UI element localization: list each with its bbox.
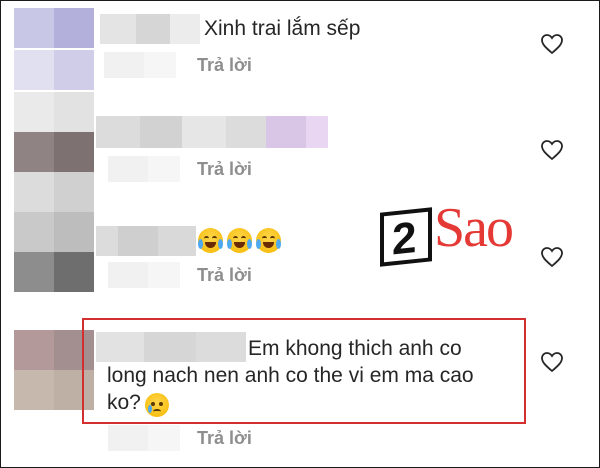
username-blurred[interactable] bbox=[96, 116, 328, 148]
avatar-pixel bbox=[54, 50, 94, 90]
highlight-box bbox=[82, 318, 526, 424]
avatar[interactable] bbox=[14, 92, 94, 212]
site-watermark-logo: 2 Sao bbox=[380, 197, 560, 280]
reply-button[interactable]: Trả lời bbox=[197, 265, 252, 286]
comment-emojis bbox=[198, 228, 285, 253]
reply-button[interactable]: Trả lời bbox=[197, 55, 252, 76]
avatar[interactable] bbox=[14, 212, 94, 294]
avatar-pixel bbox=[14, 8, 54, 48]
watermark-number-badge: 2 bbox=[380, 207, 432, 267]
face-with-tears-of-joy-icon bbox=[256, 228, 281, 253]
watermark-text: Sao bbox=[434, 197, 514, 259]
avatar-pixel bbox=[14, 50, 54, 90]
heart-outline-icon[interactable] bbox=[540, 139, 564, 161]
username-blurred[interactable] bbox=[96, 226, 196, 256]
heart-outline-icon[interactable] bbox=[540, 33, 564, 55]
avatar[interactable] bbox=[14, 8, 94, 92]
reply-button[interactable]: Trả lời bbox=[197, 159, 252, 180]
face-with-tears-of-joy-icon bbox=[227, 228, 252, 253]
heart-outline-icon[interactable] bbox=[540, 351, 564, 373]
avatar-pixel bbox=[54, 8, 94, 48]
face-with-tears-of-joy-icon bbox=[198, 228, 223, 253]
username-blurred[interactable] bbox=[100, 14, 200, 44]
reply-button[interactable]: Trả lời bbox=[197, 428, 252, 449]
comment-text: Xinh trai lắm sếp bbox=[204, 17, 361, 40]
